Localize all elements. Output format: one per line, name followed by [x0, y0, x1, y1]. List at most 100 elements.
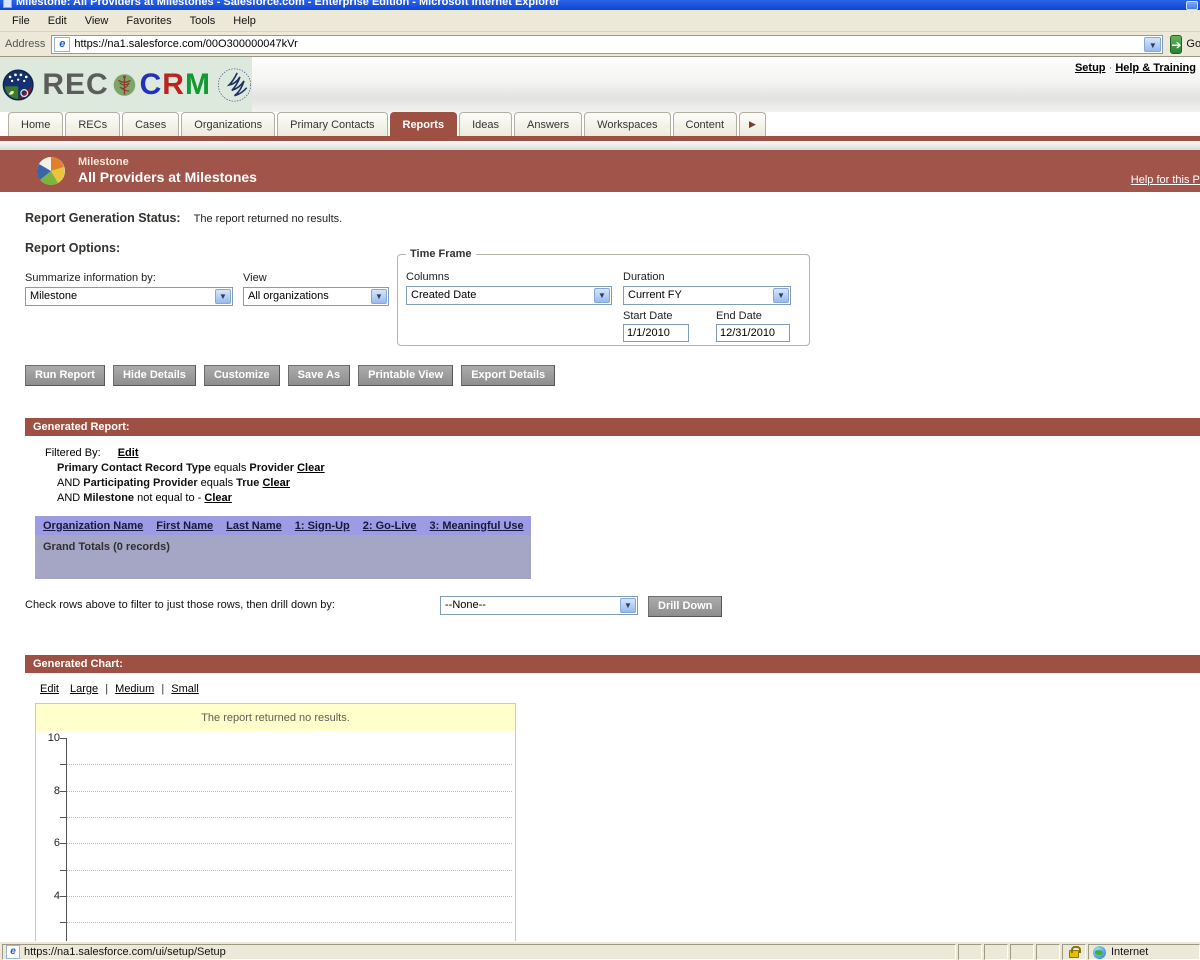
y-axis-label: 6 [53, 837, 60, 849]
hhs-seal-icon [217, 67, 251, 102]
report-generation-status: Report Generation Status: The report ret… [25, 211, 342, 225]
window-control-button[interactable] [1186, 1, 1198, 10]
menu-file[interactable]: File [3, 12, 39, 30]
filter-edit-link[interactable]: Edit [118, 447, 139, 459]
tab-workspaces[interactable]: Workspaces [584, 112, 671, 136]
status-bar: e https://na1.salesforce.com/ui/setup/Se… [0, 941, 1200, 960]
summarize-by-select[interactable]: Milestone ▼ [25, 287, 233, 306]
tab-organizations[interactable]: Organizations [181, 112, 276, 136]
column-organization-name[interactable]: Organization Name [43, 520, 143, 532]
export-details-button[interactable]: Export Details [461, 365, 556, 386]
y-axis-label: 10 [47, 732, 60, 744]
duration-select[interactable]: Current FY ▼ [623, 286, 791, 305]
chevron-down-icon[interactable]: ▼ [620, 598, 636, 613]
go-button-label[interactable]: Go [1186, 38, 1200, 50]
column-sign-up[interactable]: 1: Sign-Up [295, 520, 350, 532]
window-titlebar: Milestone: All Providers at Milestones -… [0, 0, 1200, 10]
time-frame-fieldset: Time Frame Columns Created Date ▼ Duratio… [397, 248, 810, 346]
help-training-link[interactable]: Help & Training [1115, 62, 1196, 74]
run-report-button[interactable]: Run Report [25, 365, 105, 386]
tab-bar: Home RECs Cases Organizations Primary Co… [0, 112, 1200, 136]
chevron-down-icon[interactable]: ▼ [773, 288, 789, 303]
generated-chart-area: The report returned no results. 10 8 6 4 [35, 703, 516, 942]
drill-down-select[interactable]: --None-- ▼ [440, 596, 638, 615]
chart-size-medium-link[interactable]: Medium [115, 683, 154, 695]
filter-row: AND Milestone not equal to - Clear [57, 492, 232, 504]
page-title: All Providers at Milestones [78, 169, 257, 185]
chevron-down-icon[interactable]: ▼ [371, 289, 387, 304]
generated-report-heading: Generated Report: [25, 418, 1200, 436]
start-date-field[interactable] [623, 324, 689, 342]
tab-content[interactable]: Content [672, 112, 738, 136]
filter-row: AND Participating Provider equals True C… [57, 477, 290, 489]
chevron-down-icon[interactable]: ▼ [594, 288, 610, 303]
column-meaningful-use[interactable]: 3: Meaningful Use [430, 520, 524, 532]
status-pane [984, 944, 1008, 960]
address-input[interactable]: e https://na1.salesforce.com/00O30000004… [51, 34, 1164, 54]
report-options-heading: Report Options: [25, 241, 121, 255]
menu-edit[interactable]: Edit [39, 12, 76, 30]
chart-empty-notice: The report returned no results. [36, 704, 515, 731]
tabs-more-arrow-icon[interactable]: ▶ [739, 112, 766, 136]
y-axis-label: 8 [53, 785, 60, 797]
window-icon [3, 0, 12, 8]
setup-link[interactable]: Setup [1075, 62, 1106, 74]
filter-clear-link[interactable]: Clear [262, 477, 290, 489]
tab-primary-contacts[interactable]: Primary Contacts [277, 112, 388, 136]
customize-button[interactable]: Customize [203, 365, 280, 386]
columns-select[interactable]: Created Date ▼ [406, 286, 612, 305]
tab-answers[interactable]: Answers [513, 112, 583, 136]
address-dropdown-icon[interactable]: ▼ [1144, 36, 1162, 52]
column-first-name[interactable]: First Name [156, 520, 213, 532]
program-seal-icon [2, 69, 34, 100]
chart-size-small-link[interactable]: Small [171, 683, 199, 695]
tab-cases[interactable]: Cases [122, 112, 180, 136]
help-for-page-link[interactable]: Help for this Pa [1131, 174, 1200, 186]
menu-tools[interactable]: Tools [181, 12, 225, 30]
go-button[interactable]: ➔ [1170, 34, 1183, 54]
filter-clear-link[interactable]: Clear [297, 462, 325, 474]
time-frame-legend: Time Frame [406, 248, 476, 260]
internet-zone-icon [1093, 945, 1106, 959]
view-select[interactable]: All organizations ▼ [243, 287, 389, 306]
report-toolbar: Run Report Hide Details Customize Save A… [25, 365, 560, 386]
lock-icon [1069, 946, 1081, 958]
report-status-label: Report Generation Status: [25, 211, 181, 225]
drill-down-row: Check rows above to filter to just those… [0, 594, 1200, 617]
tab-recs[interactable]: RECs [65, 112, 121, 136]
printable-view-button[interactable]: Printable View [358, 365, 454, 386]
y-axis-label: 4 [53, 890, 60, 902]
menu-view[interactable]: View [76, 12, 118, 30]
filter-clear-link[interactable]: Clear [204, 492, 232, 504]
rec-logo-text: REC [42, 67, 109, 101]
end-date-field[interactable] [716, 324, 790, 342]
chart-size-large-link[interactable]: Large [70, 683, 98, 695]
save-as-button[interactable]: Save As [287, 365, 351, 386]
menu-help[interactable]: Help [224, 12, 265, 30]
top-links: Setup · Help & Training [1075, 62, 1196, 74]
report-table-header: Organization Name First Name Last Name 1… [35, 516, 531, 535]
chevron-down-icon[interactable]: ▼ [215, 289, 231, 304]
chart-edit-link[interactable]: Edit [40, 683, 59, 695]
caduceus-icon [113, 73, 135, 96]
menu-favorites[interactable]: Favorites [117, 12, 180, 30]
filter-row: Primary Contact Record Type equals Provi… [57, 462, 325, 474]
grand-totals-row: Grand Totals (0 records) [35, 535, 531, 579]
start-date-label: Start Date [623, 310, 673, 322]
drill-down-button[interactable]: Drill Down [648, 596, 723, 617]
tab-ideas[interactable]: Ideas [459, 112, 512, 136]
tab-home[interactable]: Home [8, 112, 64, 136]
status-security-pane [1062, 944, 1086, 960]
address-url-text: https://na1.salesforce.com/00O300000047k… [74, 38, 298, 50]
column-last-name[interactable]: Last Name [226, 520, 282, 532]
columns-label: Columns [406, 271, 450, 283]
tab-reports[interactable]: Reports [389, 112, 458, 136]
status-pane [958, 944, 982, 960]
status-url-pane: e https://na1.salesforce.com/ui/setup/Se… [2, 944, 956, 960]
hide-details-button[interactable]: Hide Details [112, 365, 196, 386]
chart-plot: 10 8 6 4 [36, 731, 515, 941]
column-go-live[interactable]: 2: Go-Live [363, 520, 417, 532]
address-label: Address [5, 38, 46, 50]
address-bar: Address e https://na1.salesforce.com/00O… [0, 32, 1200, 57]
view-label: View [243, 272, 267, 284]
